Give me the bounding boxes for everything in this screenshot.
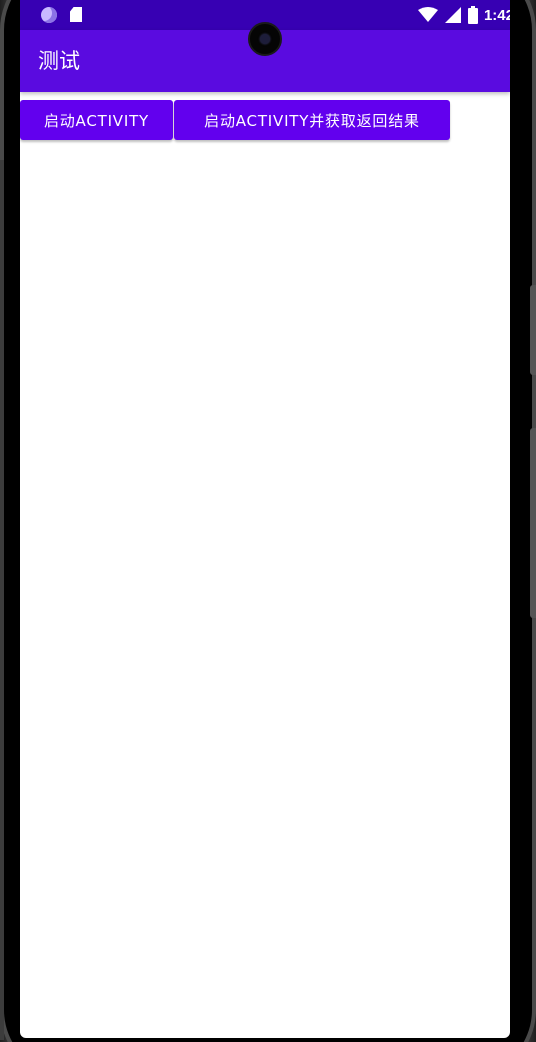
front-camera <box>248 22 282 56</box>
wifi-icon <box>417 7 438 22</box>
volume-button[interactable] <box>530 285 536 375</box>
page-title: 测试 <box>38 49 80 73</box>
phone-edge <box>0 160 4 1040</box>
start-activity-button[interactable]: 启动ACTIVITY <box>20 100 173 140</box>
battery-icon <box>467 6 478 24</box>
start-activity-for-result-button[interactable]: 启动ACTIVITY并获取返回结果 <box>174 100 450 140</box>
signal-icon <box>444 7 461 23</box>
status-clock: 1:42 <box>483 6 510 24</box>
sd-card-icon <box>70 7 82 22</box>
moon-icon <box>41 7 57 23</box>
phone-screen: 1:42 测试 启动ACTIVITY 启动ACTIVITY并获取返回结果 <box>20 0 510 1038</box>
status-right-group: 1:42 <box>417 0 510 30</box>
phone-device: 1:42 测试 启动ACTIVITY 启动ACTIVITY并获取返回结果 <box>0 0 536 1042</box>
power-button[interactable] <box>530 428 536 618</box>
